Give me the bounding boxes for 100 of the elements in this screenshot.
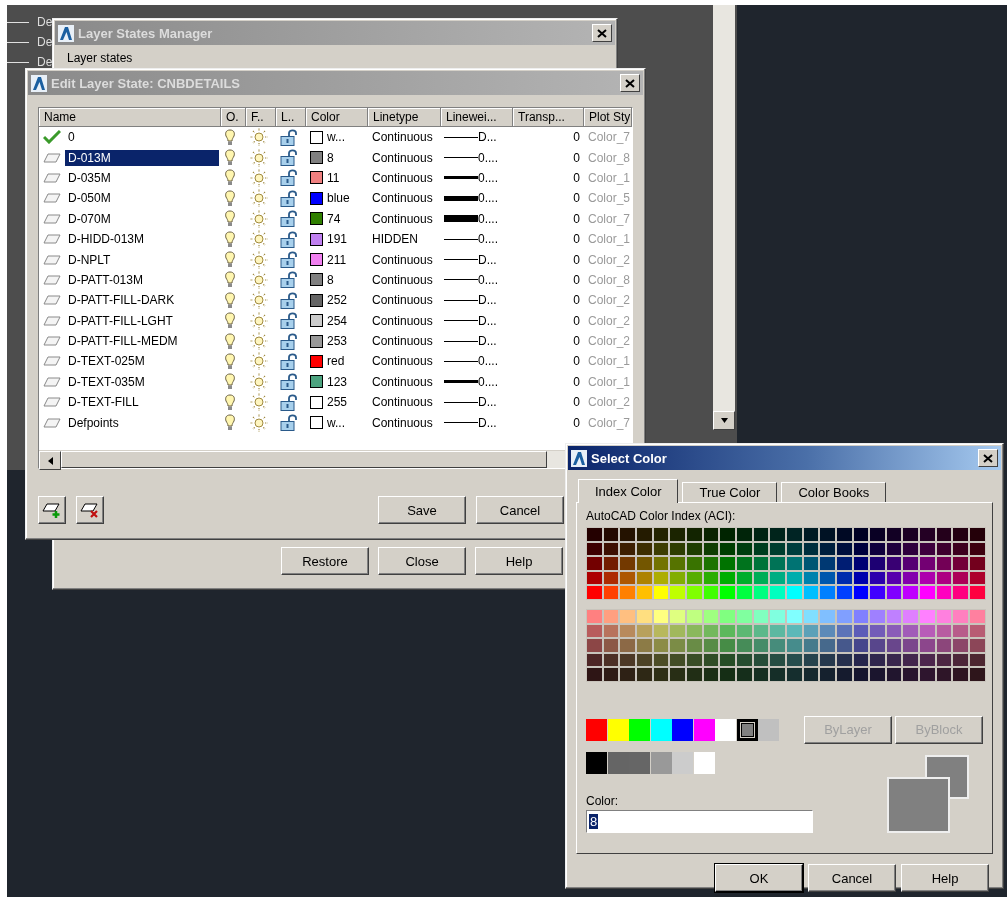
layer-name[interactable]: D-PATT-FILL-MEDM xyxy=(65,333,219,350)
dialog-button[interactable]: Save xyxy=(378,496,466,524)
color-swatch[interactable] xyxy=(607,751,629,774)
layer-name[interactable]: D-HIDD-013M xyxy=(65,231,219,248)
sun-icon[interactable] xyxy=(250,311,268,330)
color-swatch[interactable] xyxy=(310,314,323,328)
color-swatch[interactable] xyxy=(629,718,650,741)
color-swatch[interactable] xyxy=(310,212,323,226)
layer-name[interactable]: D-035M xyxy=(65,169,219,186)
color-index-grid[interactable] xyxy=(586,608,986,682)
tab[interactable]: Index Color xyxy=(578,479,679,503)
column-header[interactable]: Linetype xyxy=(368,108,441,127)
open-lock-icon[interactable] xyxy=(280,332,298,350)
color-swatch[interactable] xyxy=(310,375,323,389)
delete-state-button[interactable] xyxy=(76,496,104,524)
layer-name[interactable]: D-070M xyxy=(65,210,219,227)
sun-icon[interactable] xyxy=(250,250,268,269)
layer-name[interactable]: D-013M xyxy=(65,149,219,166)
layer-name[interactable]: 0 xyxy=(65,129,219,146)
bulb-icon[interactable] xyxy=(225,312,235,330)
column-header[interactable]: Plot Sty xyxy=(584,108,632,127)
layer-name[interactable]: D-NPLT xyxy=(65,251,219,268)
open-lock-icon[interactable] xyxy=(280,210,298,228)
color-swatch[interactable] xyxy=(650,718,672,741)
color-swatch[interactable] xyxy=(310,253,323,267)
layer-name[interactable]: D-TEXT-035M xyxy=(65,373,219,390)
open-lock-icon[interactable] xyxy=(280,128,298,146)
color-swatch[interactable] xyxy=(310,355,323,368)
open-lock-icon[interactable] xyxy=(280,149,298,167)
open-lock-icon[interactable] xyxy=(280,189,298,207)
close-button[interactable] xyxy=(620,74,640,92)
column-header[interactable]: Color xyxy=(306,108,368,127)
color-swatch[interactable] xyxy=(310,273,323,287)
sun-icon[interactable] xyxy=(250,372,268,391)
new-state-button[interactable] xyxy=(38,496,66,524)
bulb-icon[interactable] xyxy=(225,169,235,187)
bulb-icon[interactable] xyxy=(225,271,235,289)
bulb-icon[interactable] xyxy=(225,373,235,391)
bulb-icon[interactable] xyxy=(225,291,235,309)
bulb-icon[interactable] xyxy=(225,189,235,207)
dialog-button[interactable]: Cancel xyxy=(476,496,564,524)
sun-icon[interactable] xyxy=(250,393,268,412)
layer-name[interactable]: D-PATT-013M xyxy=(65,271,219,288)
color-index-grid[interactable] xyxy=(586,527,986,600)
color-swatch[interactable] xyxy=(607,718,629,741)
color-swatch[interactable] xyxy=(310,151,323,165)
open-lock-icon[interactable] xyxy=(280,373,298,391)
bulb-icon[interactable] xyxy=(225,414,235,432)
color-input-field[interactable]: 8 xyxy=(586,809,813,833)
sun-icon[interactable] xyxy=(250,128,268,147)
bulb-icon[interactable] xyxy=(225,149,235,167)
open-lock-icon[interactable] xyxy=(280,414,298,432)
open-lock-icon[interactable] xyxy=(280,230,298,248)
sun-icon[interactable] xyxy=(250,270,268,289)
bulb-icon[interactable] xyxy=(225,393,235,411)
color-swatch[interactable] xyxy=(310,171,323,185)
sun-icon[interactable] xyxy=(250,168,268,187)
sun-icon[interactable] xyxy=(250,230,268,249)
open-lock-icon[interactable] xyxy=(280,251,298,269)
sun-icon[interactable] xyxy=(250,291,268,310)
column-header[interactable]: F.. xyxy=(246,108,276,127)
color-swatch[interactable] xyxy=(586,718,607,741)
open-lock-icon[interactable] xyxy=(280,291,298,309)
color-swatch[interactable] xyxy=(629,751,650,774)
color-swatch[interactable] xyxy=(758,718,779,741)
bulb-icon[interactable] xyxy=(225,128,235,146)
color-swatch[interactable] xyxy=(310,395,323,409)
bulb-icon[interactable] xyxy=(225,353,235,370)
bulb-icon[interactable] xyxy=(225,251,235,269)
bulb-icon[interactable] xyxy=(225,210,235,228)
color-swatch[interactable] xyxy=(310,130,323,144)
dialog-button[interactable]: Help xyxy=(475,547,563,575)
column-header[interactable]: O. xyxy=(221,108,246,127)
sun-icon[interactable] xyxy=(250,352,268,371)
layer-name[interactable]: D-PATT-FILL-LGHT xyxy=(65,312,219,329)
color-swatch[interactable] xyxy=(672,751,693,774)
color-swatch[interactable] xyxy=(693,718,715,741)
layer-name[interactable]: D-TEXT-025M xyxy=(65,353,219,370)
open-lock-icon[interactable] xyxy=(280,393,298,411)
color-swatch[interactable] xyxy=(310,191,323,205)
sun-icon[interactable] xyxy=(250,413,268,432)
color-swatch[interactable] xyxy=(650,751,672,774)
column-header[interactable]: L.. xyxy=(276,108,306,127)
sun-icon[interactable] xyxy=(250,189,268,208)
dialog-button[interactable]: Restore xyxy=(281,547,369,575)
color-swatch[interactable] xyxy=(693,751,715,774)
color-swatch[interactable] xyxy=(310,293,323,307)
dialog-button[interactable]: Cancel xyxy=(808,864,896,892)
close-button[interactable] xyxy=(978,449,998,467)
layer-name[interactable]: D-TEXT-FILL xyxy=(65,394,219,411)
open-lock-icon[interactable] xyxy=(280,353,298,370)
dialog-button[interactable]: OK xyxy=(715,864,803,892)
sun-icon[interactable] xyxy=(250,332,268,351)
sun-icon[interactable] xyxy=(250,209,268,228)
color-swatch[interactable] xyxy=(586,751,607,774)
layer-name[interactable]: Defpoints xyxy=(65,414,219,431)
tab[interactable]: True Color xyxy=(682,482,778,502)
bulb-icon[interactable] xyxy=(225,332,235,350)
open-lock-icon[interactable] xyxy=(280,312,298,330)
bulb-icon[interactable] xyxy=(225,230,235,248)
